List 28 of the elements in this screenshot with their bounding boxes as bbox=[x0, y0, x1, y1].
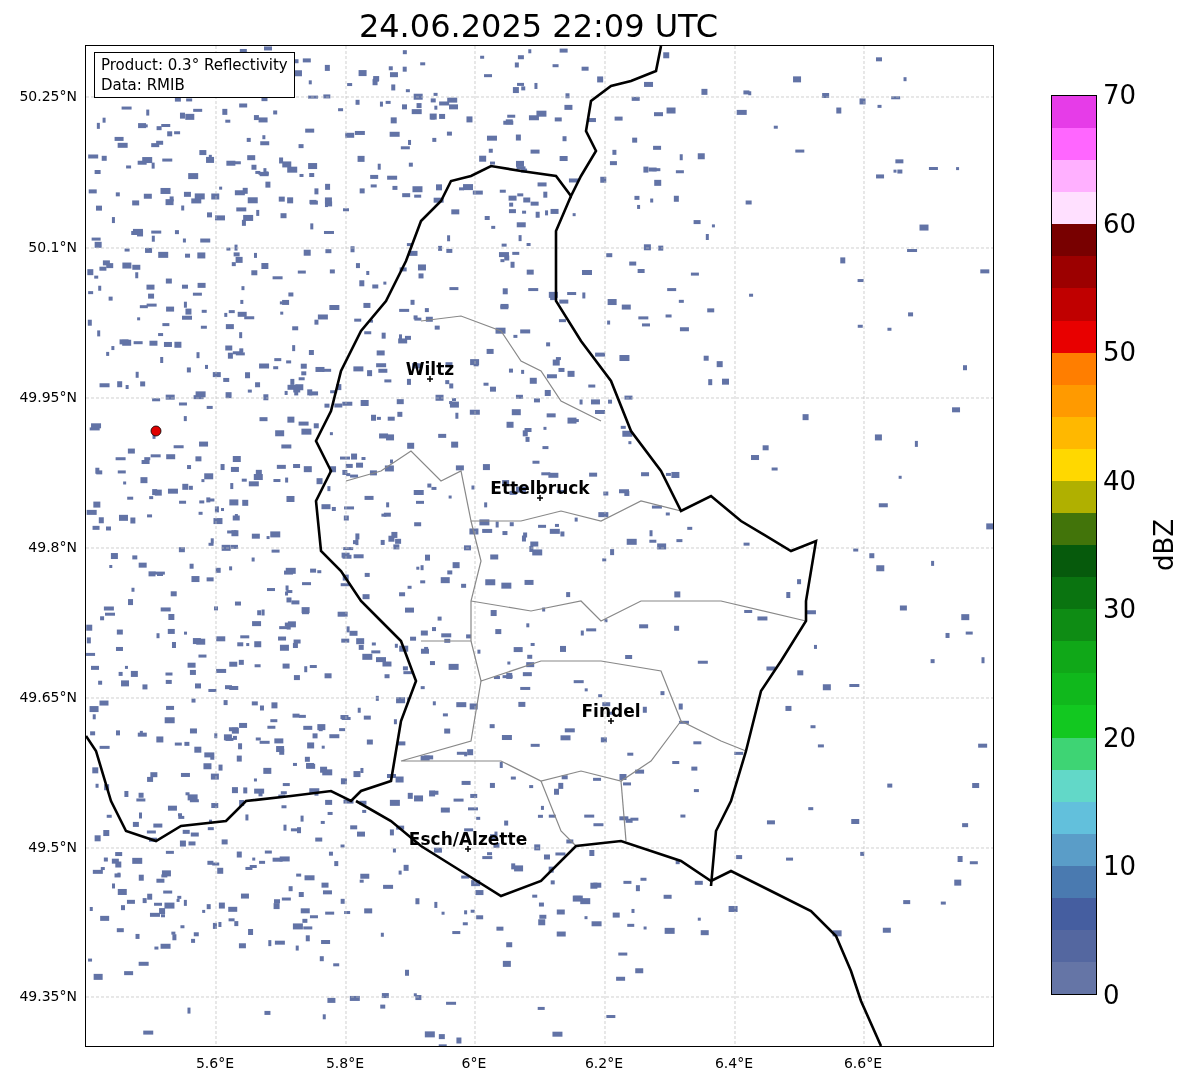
colorbar-tick-label: 0 bbox=[1103, 980, 1120, 1010]
colorbar-tick-label: 60 bbox=[1103, 208, 1137, 239]
longitude-label: 6°E bbox=[461, 1055, 487, 1071]
city-label: Findel bbox=[581, 701, 641, 721]
longitude-label: 6.6°E bbox=[843, 1055, 883, 1071]
legend-text: Data: RMIB bbox=[101, 75, 186, 95]
chart-title: 24.06.2025 22:09 UTC bbox=[357, 6, 720, 45]
latitude-label: 49.5°N bbox=[28, 839, 77, 855]
colorbar-tick-label: 50 bbox=[1103, 337, 1137, 368]
city-label: Ettelbruck bbox=[490, 478, 590, 498]
latitude-label: 49.8°N bbox=[28, 539, 77, 555]
colorbar-tick-label: 30 bbox=[1103, 594, 1137, 625]
colorbar-tick-label: 70 bbox=[1103, 80, 1137, 110]
latitude-label: 50.25°N bbox=[19, 88, 77, 104]
latitude-label: 50.1°N bbox=[28, 239, 77, 255]
longitude-label: 6.2°E bbox=[584, 1055, 624, 1071]
city-label: Wiltz bbox=[405, 359, 455, 379]
latitude-label: 49.35°N bbox=[19, 988, 77, 1004]
longitude-label: 5.8°E bbox=[325, 1055, 365, 1071]
longitude-label: 6.4°E bbox=[714, 1055, 754, 1071]
colorbar-tick-label: 10 bbox=[1103, 851, 1137, 882]
legend-text: Product: 0.3° Reflectivity bbox=[101, 55, 288, 75]
latitude-label: 49.65°N bbox=[19, 689, 77, 705]
latitude-label: 49.95°N bbox=[19, 389, 77, 405]
colorbar-tick-label: 40 bbox=[1103, 465, 1137, 496]
colorbar-label: dBZ bbox=[1147, 515, 1179, 575]
longitude-label: 5.6°E bbox=[195, 1055, 235, 1071]
colorbar-tick-label: 20 bbox=[1103, 722, 1137, 753]
